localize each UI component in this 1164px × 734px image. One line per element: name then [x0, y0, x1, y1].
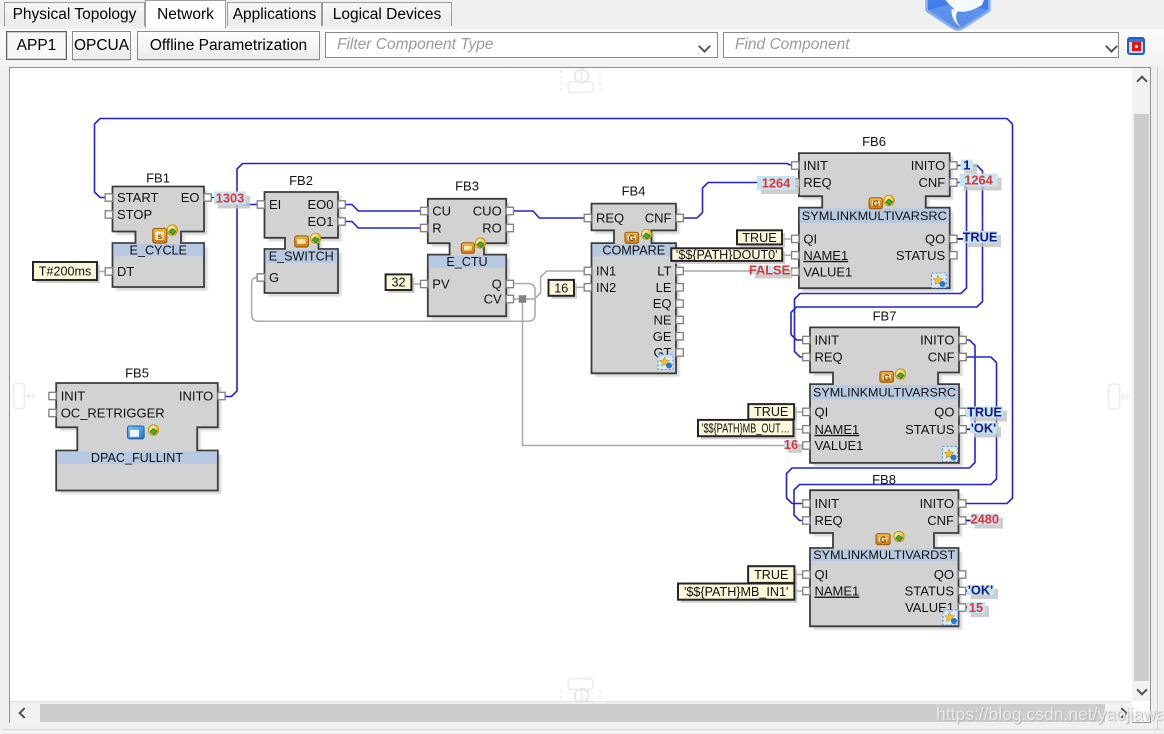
- svg-text:QI: QI: [815, 567, 829, 582]
- svg-text:SYMLINKMULTIVARSRC: SYMLINKMULTIVARSRC: [802, 209, 947, 223]
- svg-text:TRUE: TRUE: [754, 568, 788, 582]
- svg-text:SYMLINKMULTIVARSRC: SYMLINKMULTIVARSRC: [813, 385, 956, 399]
- svg-text:CU: CU: [432, 204, 451, 219]
- svg-text:QO: QO: [925, 232, 945, 247]
- svg-text:1303: 1303: [216, 191, 244, 206]
- svg-text:REQ: REQ: [803, 175, 831, 190]
- svg-text:15: 15: [969, 600, 983, 615]
- svg-text:QI: QI: [815, 405, 829, 420]
- svg-text:INIT: INIT: [803, 158, 828, 173]
- svg-text:FB2: FB2: [289, 173, 313, 188]
- svg-text:E_SWITCH: E_SWITCH: [269, 250, 334, 264]
- svg-text:IN2: IN2: [596, 280, 616, 295]
- svg-text:LT: LT: [657, 264, 671, 279]
- svg-text:FB8: FB8: [872, 472, 896, 487]
- svg-text:LE: LE: [656, 280, 672, 295]
- svg-text:EQ: EQ: [653, 296, 672, 311]
- svg-text:32: 32: [391, 276, 405, 290]
- svg-text:FB7: FB7: [873, 309, 897, 324]
- svg-text:STOP: STOP: [117, 207, 152, 222]
- svg-text:INITO: INITO: [920, 333, 954, 348]
- svg-text:CNF: CNF: [928, 350, 955, 365]
- svg-text:IN1: IN1: [596, 264, 616, 279]
- svg-text:REQ: REQ: [815, 350, 843, 365]
- svg-text:CUO: CUO: [473, 204, 502, 219]
- svg-text:'$${PATH}MB_IN1': '$${PATH}MB_IN1': [684, 585, 788, 599]
- svg-text:16: 16: [554, 281, 568, 295]
- svg-text:OC_RETRIGGER: OC_RETRIGGER: [61, 406, 165, 421]
- svg-text:VALUE1: VALUE1: [803, 264, 852, 279]
- svg-text:NAME1: NAME1: [815, 422, 860, 437]
- svg-text:CNF: CNF: [645, 211, 672, 226]
- svg-text:VALUE1: VALUE1: [815, 438, 864, 453]
- svg-text:1264: 1264: [762, 176, 791, 191]
- svg-text:EI: EI: [269, 197, 281, 212]
- svg-text:CNF: CNF: [918, 175, 945, 190]
- svg-text:INIT: INIT: [815, 496, 840, 511]
- svg-text:STATUS: STATUS: [905, 422, 955, 437]
- svg-text:E_CTU: E_CTU: [446, 255, 487, 269]
- svg-text:REQ: REQ: [596, 211, 624, 226]
- svg-text:INITO: INITO: [911, 158, 945, 173]
- svg-text:TRUE: TRUE: [742, 231, 776, 245]
- svg-text:TRUE: TRUE: [754, 405, 788, 419]
- svg-text:DPAC_FULLINT: DPAC_FULLINT: [91, 451, 183, 465]
- svg-text:TRUE: TRUE: [963, 230, 998, 245]
- svg-text:FB5: FB5: [125, 366, 149, 381]
- svg-text:GE: GE: [653, 329, 672, 344]
- svg-text:SYMLINKMULTIVARDST: SYMLINKMULTIVARDST: [813, 548, 956, 562]
- svg-text:16: 16: [784, 437, 798, 452]
- svg-text:G: G: [880, 535, 887, 545]
- svg-text:TRUE: TRUE: [967, 405, 1002, 420]
- svg-text:PV: PV: [432, 277, 450, 292]
- svg-text:NAME1: NAME1: [815, 584, 860, 599]
- svg-text:COMPARE: COMPARE: [602, 243, 665, 257]
- svg-text:G: G: [628, 233, 635, 243]
- svg-text:Q: Q: [492, 277, 502, 292]
- svg-text:CV: CV: [484, 292, 502, 307]
- svg-text:'$${PATH}MB_OUT…: '$${PATH}MB_OUT…: [702, 422, 790, 436]
- svg-text:QI: QI: [803, 232, 817, 247]
- svg-text:FB4: FB4: [622, 184, 646, 199]
- svg-text:1264: 1264: [964, 173, 993, 188]
- svg-text:DT: DT: [117, 264, 134, 279]
- svg-text:FALSE: FALSE: [749, 263, 791, 278]
- svg-text:1: 1: [963, 158, 970, 173]
- svg-text:NE: NE: [653, 313, 671, 328]
- svg-text:NAME1: NAME1: [803, 248, 848, 263]
- svg-text:FB6: FB6: [862, 134, 886, 149]
- svg-text:s: s: [157, 231, 162, 241]
- svg-text:'OK': 'OK': [968, 583, 993, 598]
- svg-text:EO: EO: [181, 190, 200, 205]
- svg-text:INITO: INITO: [179, 389, 213, 404]
- svg-text:E_CYCLE: E_CYCLE: [130, 243, 187, 257]
- svg-text:G: G: [269, 270, 279, 285]
- svg-text:R: R: [432, 221, 441, 236]
- svg-text:2480: 2480: [971, 512, 999, 527]
- svg-text:RO: RO: [482, 221, 502, 236]
- svg-text:QO: QO: [934, 405, 954, 420]
- svg-text:G: G: [883, 372, 890, 382]
- svg-text:CNF: CNF: [927, 513, 954, 528]
- svg-text:INITO: INITO: [920, 496, 954, 511]
- svg-text:STATUS: STATUS: [905, 584, 955, 599]
- svg-text:FB1: FB1: [146, 171, 170, 186]
- svg-text:INIT: INIT: [815, 333, 840, 348]
- svg-text:INIT: INIT: [61, 389, 86, 404]
- svg-text:FB3: FB3: [455, 179, 479, 194]
- svg-text:G: G: [872, 199, 879, 209]
- svg-text:T#200ms: T#200ms: [39, 265, 92, 279]
- svg-text:START: START: [117, 190, 158, 205]
- svg-text:'$${PATH}DOUT0': '$${PATH}DOUT0': [676, 248, 778, 262]
- svg-text:EO1: EO1: [307, 214, 333, 229]
- svg-text:'OK': 'OK': [971, 421, 996, 436]
- svg-text:REQ: REQ: [815, 513, 843, 528]
- svg-text:STATUS: STATUS: [896, 248, 946, 263]
- svg-text:EO0: EO0: [307, 197, 333, 212]
- svg-text:QO: QO: [934, 567, 954, 582]
